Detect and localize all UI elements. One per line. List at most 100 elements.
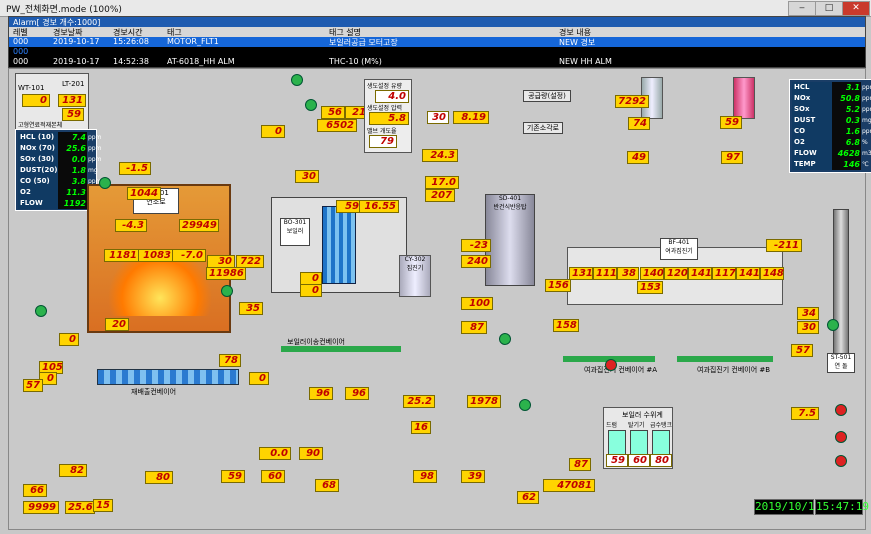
deaerator-level-value: 60 xyxy=(628,454,650,467)
pt2001-value: -4.3 xyxy=(115,219,147,232)
pcv-value: 24.3 xyxy=(422,149,458,162)
feedtank-col-label: 급수탱크 xyxy=(650,422,673,429)
pcv302-value: 90 xyxy=(299,447,323,460)
emission-unit: mg xyxy=(88,167,98,174)
valve-icon[interactable] xyxy=(835,431,847,443)
close-button[interactable]: ✕ xyxy=(842,1,870,16)
pump-icon[interactable] xyxy=(291,74,303,86)
pt2003-value: -7.0 xyxy=(172,249,206,262)
at401-value: -211 xyxy=(766,239,802,252)
lt602-value: 96 xyxy=(309,387,333,400)
emission-label: DUST(20) xyxy=(18,165,60,176)
drum-level-value: 59 xyxy=(606,454,628,467)
feed49-value: 49 xyxy=(627,151,649,164)
pump-icon[interactable] xyxy=(221,285,233,297)
minimize-button[interactable]: ‒ xyxy=(788,1,816,16)
emission-label: HCL xyxy=(792,82,834,93)
bag-cell-value: 141 xyxy=(688,267,712,280)
bag-cell-value: 131 xyxy=(569,267,593,280)
emission-row: HCL3.1ppm xyxy=(792,82,871,93)
pt302-value: 16.55 xyxy=(359,200,399,213)
fan-icon[interactable] xyxy=(827,319,839,331)
emission-row: FLOW 4628 m3 xyxy=(792,148,871,159)
ps1001-value: 9999 xyxy=(23,501,59,514)
set-flow-value[interactable]: 4.0 xyxy=(375,90,409,103)
te402-value: 87 xyxy=(461,321,487,334)
emission-label: NOx (70) xyxy=(18,143,60,154)
fcv401-value: 100 xyxy=(461,297,493,310)
clock-date: 2019/10/17 xyxy=(754,499,822,515)
pt1002-value: 8.19 xyxy=(453,111,489,124)
emission-row: HCL (10) 7.4 ppm xyxy=(18,132,101,143)
emission-value: 11.3 xyxy=(58,187,87,198)
alarm-desc: THC-10 (M%) xyxy=(329,57,382,66)
emission-row: CO1.6ppm xyxy=(792,126,871,137)
emission-panel-left: HCL (10) 7.4 ppm NOx (70) 25.6 ppm SOx (30) 0… xyxy=(15,129,101,211)
stack-label: ST-501 연 돌 xyxy=(827,353,855,373)
lt303-value: 82 xyxy=(59,464,87,477)
boiler-te2-value: 0 xyxy=(300,284,322,297)
emission-label: NOx xyxy=(792,93,834,104)
emission-value: 1.6 xyxy=(832,126,861,137)
lt302-value: 60 xyxy=(261,470,285,483)
valve-icon[interactable] xyxy=(835,455,847,467)
valve-icon[interactable] xyxy=(605,359,617,371)
existing-incinerator-button[interactable]: 기존소각로 xyxy=(523,122,563,134)
drum-level-bar xyxy=(608,430,626,456)
fan57-value: 57 xyxy=(791,344,813,357)
emission-label: CO (50) xyxy=(18,176,60,187)
reactor-tower[interactable]: SD-401 반건식반응탑 xyxy=(485,194,535,286)
feed97-value: 97 xyxy=(721,151,743,164)
alarm-header: Alarm[ 경보 개수:1000] xyxy=(9,17,865,27)
ash-conveyor-label: 재배출컨베이어 xyxy=(131,388,177,396)
ash-conveyor xyxy=(97,369,239,385)
alarm-row[interactable]: 000 2019-10-17 14:52:38 AT-6018_HH ALM T… xyxy=(9,57,865,67)
emission-row: O211.3% xyxy=(18,187,98,198)
supply-setting-button[interactable]: 공급량(설정) xyxy=(523,90,571,102)
emission-row: DUST(20) 1.8 mg xyxy=(18,165,98,176)
lt1001-value: 15 xyxy=(93,499,113,512)
boiler-level-title: 보일러 수위계 xyxy=(622,411,663,419)
at301-value: 722 xyxy=(236,255,264,268)
set-pressure-value[interactable]: 5.8 xyxy=(369,112,409,125)
valve-icon[interactable] xyxy=(835,404,847,416)
te404-value: 59 xyxy=(720,116,742,129)
alarm-level: 000 xyxy=(13,47,29,56)
te302-value: 207 xyxy=(425,189,455,202)
pump-icon[interactable] xyxy=(499,333,511,345)
setpoint-panel: 생도설정 유량 4.0 생도설정 압력 5.8 밸브 개도율 79 xyxy=(364,79,412,153)
flow-top-value: 6502 xyxy=(317,119,357,132)
emission-row: CO (50) 3.8 ppm xyxy=(18,176,101,187)
alarm-count-label: Alarm[ 경보 개수:1000] xyxy=(13,18,101,27)
emission-unit: ppm xyxy=(88,145,102,152)
pump-icon[interactable] xyxy=(99,177,111,189)
lv78-value: 78 xyxy=(219,354,241,367)
bag-cell-value: 111 xyxy=(593,267,617,280)
alarm-row[interactable]: 000 2019-10-17 15:26:08 MOTOR_FLT1 보일러공급… xyxy=(9,37,865,47)
pcv301-value: 30 xyxy=(295,170,319,183)
emission-value: 1.8 xyxy=(58,165,87,176)
feedtank-level-value: 80 xyxy=(650,454,672,467)
lime-silo[interactable] xyxy=(733,77,755,119)
pt301-value: -23 xyxy=(461,239,491,252)
flow47-value: 47081 xyxy=(543,479,595,492)
pump-icon[interactable] xyxy=(519,399,531,411)
fi1001-value: 66 xyxy=(23,484,47,497)
bag-cell-value: 120 xyxy=(664,267,688,280)
alarm-row[interactable]: 000 xyxy=(9,47,865,57)
emission-label: FLOW xyxy=(18,198,60,209)
fiqt301-value: 25.2 xyxy=(403,395,435,408)
valve-value[interactable]: 79 xyxy=(369,135,397,148)
boiler-level-panel: 보일러 수위계 드럼 탈기기 급수탱크 59 60 80 xyxy=(603,407,673,469)
stack[interactable] xyxy=(833,209,849,361)
maximize-button[interactable]: □ xyxy=(815,1,843,16)
alarm-date: 2019-10-17 xyxy=(53,57,100,66)
cyclone[interactable]: CY-302 집진기 xyxy=(399,255,431,297)
pump-icon[interactable] xyxy=(305,99,317,111)
emission-row: DUST 0.3 mg xyxy=(792,115,871,126)
emission-row: SOx5.2ppm xyxy=(792,104,871,115)
bag-cell-value: 117 xyxy=(712,267,736,280)
pump-icon[interactable] xyxy=(35,305,47,317)
alarm-tag: MOTOR_FLT1 xyxy=(167,37,219,46)
v39-value: 39 xyxy=(461,470,485,483)
